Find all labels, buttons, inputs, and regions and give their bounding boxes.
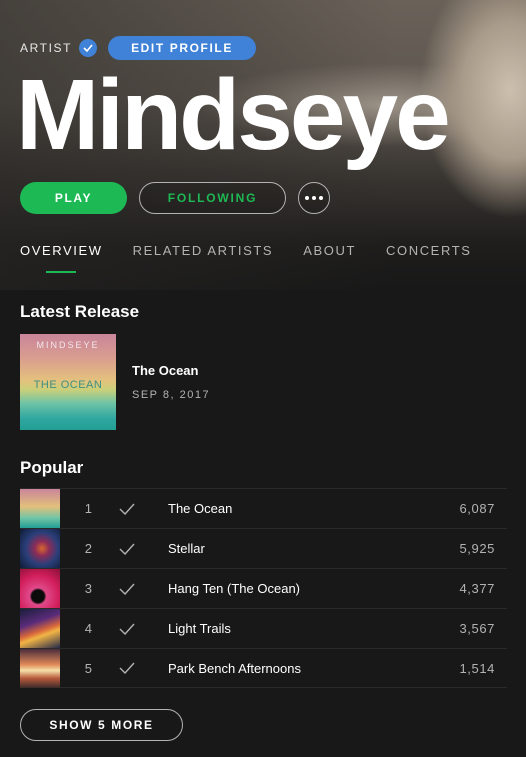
artist-name: Mindseye: [16, 59, 451, 171]
more-dots-icon: [305, 196, 309, 200]
track-play-count: 3,567: [459, 621, 495, 636]
track-number: 4: [84, 621, 92, 636]
track-number: 3: [84, 581, 92, 596]
track-thumbnail: [20, 529, 60, 568]
tab-overview[interactable]: OVERVIEW: [20, 243, 103, 272]
release-title[interactable]: The Ocean: [132, 363, 210, 378]
following-button[interactable]: FOLLOWING: [139, 182, 286, 214]
tab-concerts[interactable]: CONCERTS: [386, 243, 472, 272]
popular-tracks-list: 1 The Ocean 6,087 2 Stellar 5,925 3 Hang…: [20, 488, 507, 688]
artist-tabs: OVERVIEW RELATED ARTISTS ABOUT CONCERTS: [20, 243, 502, 272]
track-title: Light Trails: [168, 621, 231, 636]
track-number: 2: [84, 541, 92, 556]
track-row[interactable]: 5 Park Bench Afternoons 1,514: [20, 648, 507, 688]
tab-related-artists[interactable]: RELATED ARTISTS: [133, 243, 274, 272]
track-title: Hang Ten (The Ocean): [168, 581, 300, 596]
more-options-button[interactable]: [298, 182, 330, 214]
album-cover[interactable]: MINDSEYE THE OCEAN: [20, 334, 116, 430]
track-row[interactable]: 4 Light Trails 3,567: [20, 608, 507, 648]
latest-release-card[interactable]: MINDSEYE THE OCEAN The Ocean SEP 8, 2017: [20, 334, 210, 430]
saved-check-icon[interactable]: [102, 543, 152, 555]
saved-check-icon[interactable]: [102, 623, 152, 635]
play-button[interactable]: PLAY: [20, 182, 127, 214]
cover-brand-text: MINDSEYE: [36, 340, 100, 350]
track-title: The Ocean: [168, 501, 233, 516]
show-more-button[interactable]: SHOW 5 MORE: [20, 709, 183, 741]
release-info: The Ocean SEP 8, 2017: [132, 363, 210, 401]
release-date: SEP 8, 2017: [132, 389, 211, 401]
track-thumbnail: [20, 489, 60, 528]
track-row[interactable]: 2 Stellar 5,925: [20, 528, 507, 568]
track-play-count: 1,514: [459, 660, 495, 676]
artist-actions: PLAY FOLLOWING: [20, 182, 330, 214]
track-play-count: 5,925: [459, 541, 495, 556]
track-play-count: 4,377: [459, 581, 495, 596]
track-thumbnail: [20, 569, 60, 608]
track-number: 1: [84, 501, 92, 516]
track-title: Stellar: [168, 541, 205, 556]
artist-label: ARTIST: [20, 41, 73, 55]
saved-check-icon[interactable]: [102, 662, 152, 674]
latest-release-heading: Latest Release: [20, 302, 140, 321]
saved-check-icon[interactable]: [102, 583, 152, 595]
more-dots-icon-dot: [312, 196, 316, 200]
track-thumbnail: [20, 609, 60, 648]
track-row[interactable]: 3 Hang Ten (The Ocean) 4,377: [20, 568, 507, 608]
cover-title-text: THE OCEAN: [33, 379, 103, 391]
more-dots-icon-dot: [319, 196, 323, 200]
tab-about[interactable]: ABOUT: [303, 243, 356, 272]
track-row[interactable]: 1 The Ocean 6,087: [20, 488, 507, 528]
track-number: 5: [84, 660, 92, 676]
track-title: Park Bench Afternoons: [168, 660, 301, 676]
track-play-count: 6,087: [459, 501, 495, 516]
popular-heading: Popular: [20, 458, 84, 477]
saved-check-icon[interactable]: [102, 503, 152, 515]
track-thumbnail: [20, 648, 60, 688]
